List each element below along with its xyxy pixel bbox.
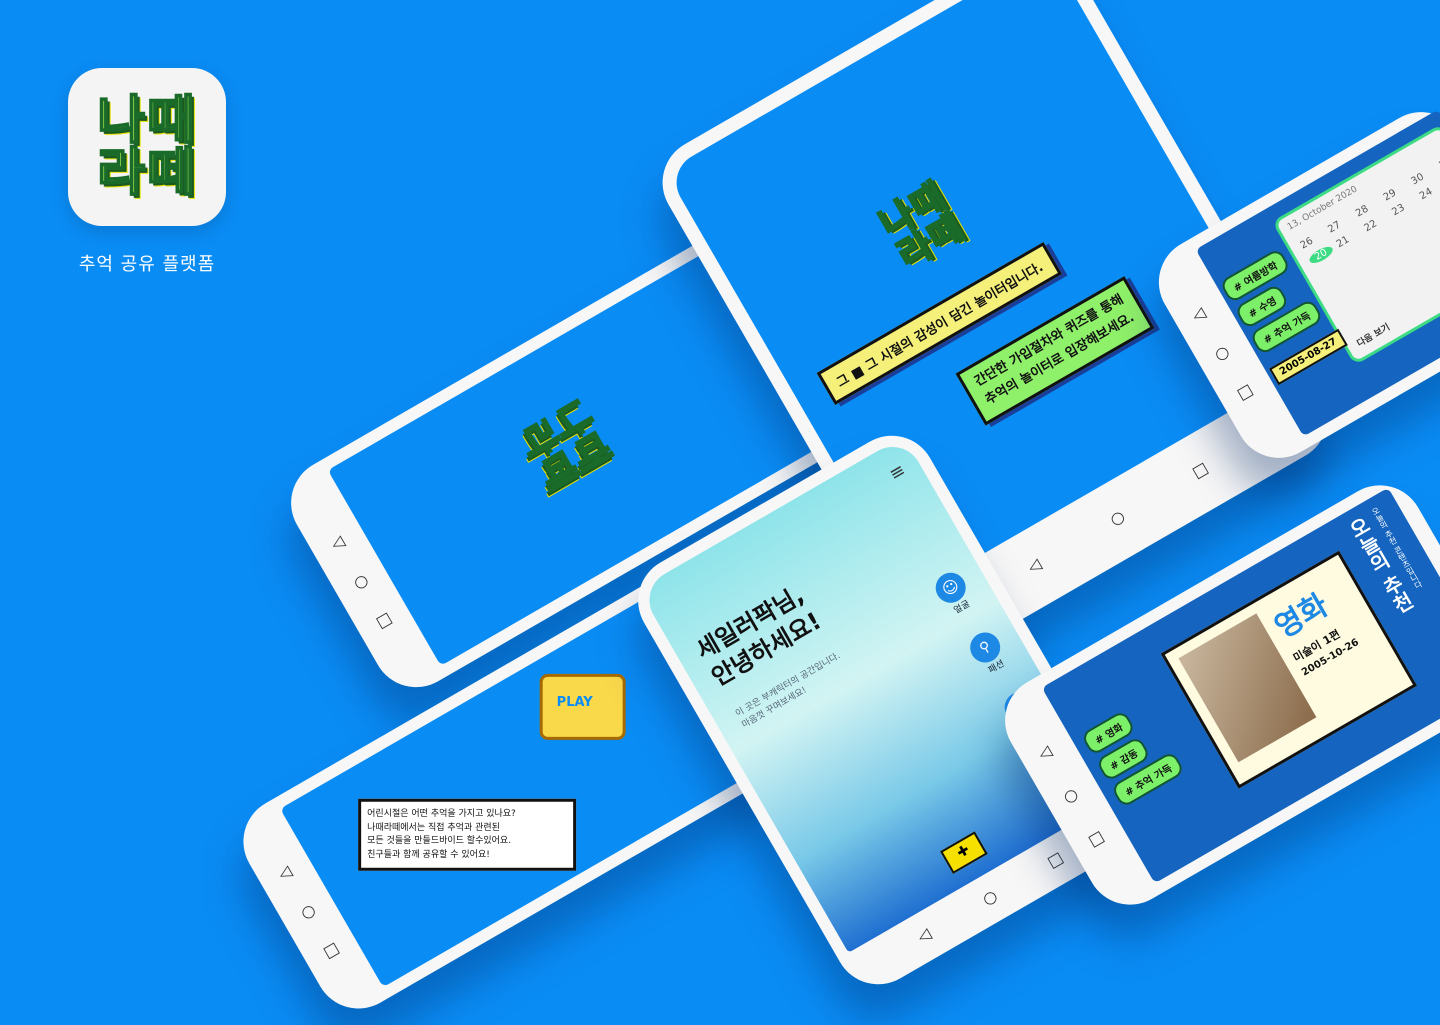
calendar-next[interactable]: 다음 보기 xyxy=(1354,320,1392,350)
back-icon[interactable]: ◁ xyxy=(914,924,934,947)
recents-icon[interactable]: □ xyxy=(1085,826,1108,850)
menu-icon[interactable]: ≡ xyxy=(886,460,910,486)
home-icon[interactable]: ○ xyxy=(1106,506,1128,529)
home-icon[interactable]: ○ xyxy=(1211,341,1233,364)
play-message-line3: 모든 것들을 만들드바이드 할수있어요. xyxy=(367,835,512,846)
recents-icon[interactable]: □ xyxy=(320,938,343,962)
calendar-screen: 13, October 2020 26 27 28 29 30 19 20 21… xyxy=(1195,109,1440,437)
back-icon[interactable]: ◁ xyxy=(1035,741,1055,764)
recents-icon[interactable]: □ xyxy=(1189,458,1212,482)
back-icon[interactable]: ◁ xyxy=(1024,554,1044,577)
menu-face[interactable]: ☺ 얼굴 xyxy=(930,567,977,619)
home-icon[interactable]: ○ xyxy=(979,886,1001,909)
home-icon[interactable]: ○ xyxy=(350,569,372,592)
intro-logo: 나때 라떼 xyxy=(872,174,973,278)
play-message: 어린시절은 어떤 추억을 가지고 있나요? 나때라떼에서는 직접 추억과 관련된… xyxy=(358,798,577,871)
back-icon[interactable]: ◁ xyxy=(1188,303,1208,326)
back-icon[interactable]: ◁ xyxy=(275,861,295,884)
menu-fashion[interactable]: ⚲ 패션 xyxy=(964,627,1012,679)
recents-icon[interactable]: □ xyxy=(1233,379,1256,403)
play-label: PLAY xyxy=(556,694,593,710)
home-icon[interactable]: ○ xyxy=(1060,784,1082,807)
play-message-line4: 친구들과 함께 공유할 수 있어요! xyxy=(367,849,490,860)
play-message-line2: 나때라떼에서는 직접 추억과 관련된 xyxy=(367,822,500,833)
tagline: 추억 공유 플랫폼 xyxy=(78,254,216,275)
add-button[interactable]: ✚ xyxy=(940,831,988,874)
app-icon: 나때 라떼 xyxy=(68,68,226,226)
back-icon[interactable]: ◁ xyxy=(327,531,347,554)
logo-line2: 라떼 xyxy=(96,143,197,203)
home-icon[interactable]: ○ xyxy=(297,899,319,922)
recents-icon[interactable]: □ xyxy=(1044,847,1067,871)
play-message-line1: 어린시절은 어떤 추억을 가지고 있나요? xyxy=(367,808,516,819)
splash-logo: 나때 라떼 xyxy=(510,393,620,500)
logo-line1: 나때 xyxy=(96,91,197,151)
recents-icon[interactable]: □ xyxy=(372,608,395,632)
play-folder[interactable]: PLAY xyxy=(539,673,626,740)
